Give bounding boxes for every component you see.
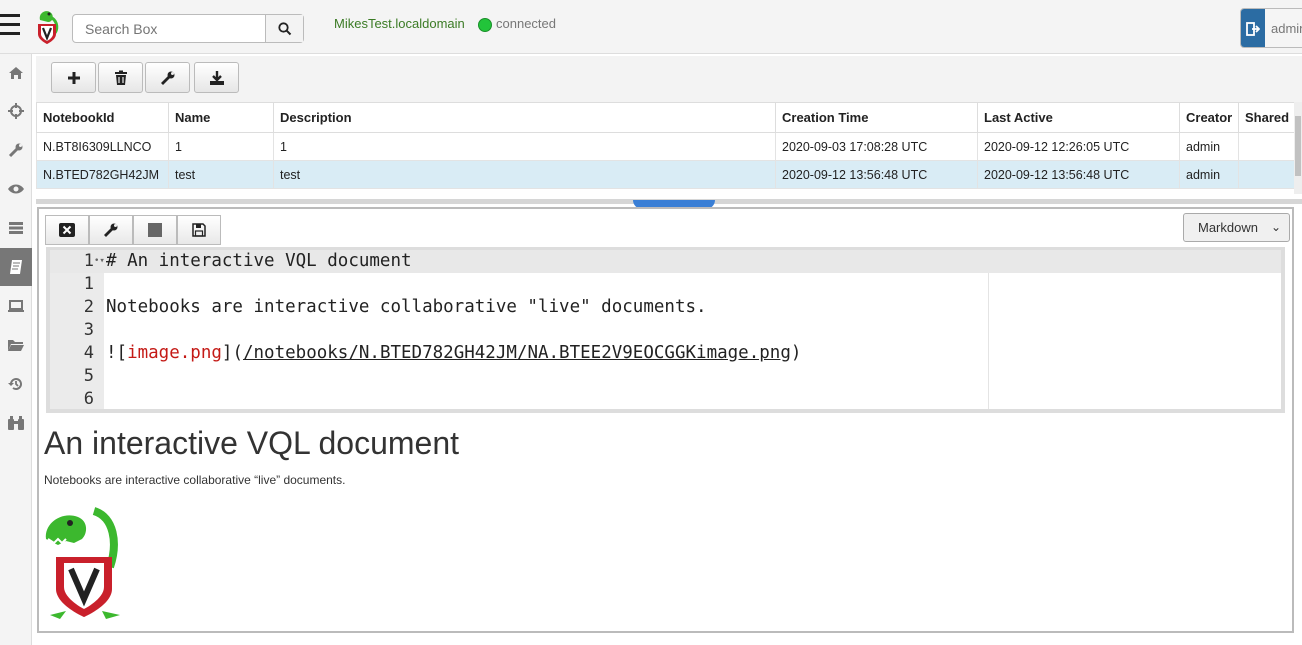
- fold-icon[interactable]: •▾: [94, 250, 105, 273]
- shared-cell: [1238, 160, 1295, 189]
- creator-cell: admin: [1179, 132, 1239, 161]
- sign-out-icon: [1241, 9, 1265, 47]
- editor-line: 1 •▾ # An interactive VQL document: [50, 250, 1281, 273]
- column-header[interactable]: NotebookId: [36, 102, 169, 133]
- column-header[interactable]: Last Active: [977, 102, 1180, 133]
- description-cell: 1: [273, 132, 776, 161]
- cell-type-value: Markdown: [1198, 220, 1258, 235]
- editor-line: 1: [50, 273, 1281, 296]
- save-cell-button[interactable]: [177, 215, 221, 245]
- save-icon: [192, 223, 206, 237]
- creation-time-cell: 2020-09-12 13:56:48 UTC: [775, 160, 978, 189]
- search-icon: [277, 21, 291, 35]
- column-header[interactable]: Description: [273, 102, 776, 133]
- column-header[interactable]: Creation Time: [775, 102, 978, 133]
- close-cell-button[interactable]: [45, 215, 89, 245]
- eye-icon[interactable]: [0, 170, 32, 208]
- plus-icon: [67, 71, 80, 84]
- line-text: # An interactive VQL document: [106, 251, 412, 271]
- editor-line: 3: [50, 319, 1281, 342]
- notebook-id-cell: N.BTED782GH42JM: [36, 160, 169, 189]
- line-text: ![image.png](/notebooks/N.BTED782GH42JM/…: [106, 343, 802, 363]
- table-header-row: NotebookId Name Description Creation Tim…: [36, 102, 1295, 133]
- download-icon: [209, 70, 224, 85]
- search-input[interactable]: [73, 15, 266, 42]
- line-number: 1: [83, 274, 94, 294]
- laptop-icon[interactable]: [0, 287, 32, 325]
- cell-type-select[interactable]: Markdown ⌄: [1183, 213, 1290, 242]
- export-notebook-button[interactable]: [194, 62, 239, 93]
- column-header[interactable]: Shared: [1238, 102, 1295, 133]
- rendered-markdown: An interactive VQL document Notebooks ar…: [44, 423, 1284, 619]
- close-icon: [59, 223, 75, 237]
- notebooks-table: NotebookId Name Description Creation Tim…: [36, 102, 1295, 190]
- line-text: Notebooks are interactive collaborative …: [106, 297, 707, 317]
- line-number: 6: [83, 389, 94, 409]
- add-notebook-button[interactable]: [51, 62, 96, 93]
- creation-time-cell: 2020-09-03 17:08:28 UTC: [775, 132, 978, 161]
- table-scrollbar[interactable]: [1294, 102, 1302, 194]
- stop-icon: [148, 223, 162, 237]
- creator-cell: admin: [1179, 160, 1239, 189]
- binoculars-icon[interactable]: [0, 404, 32, 442]
- line-number: 1: [83, 251, 94, 271]
- notebook-cell: Markdown ⌄ 1 •▾ # An interactive VQL doc…: [37, 207, 1294, 633]
- code-editor[interactable]: 1 •▾ # An interactive VQL document 1 2 N…: [46, 247, 1285, 413]
- server-icon[interactable]: [0, 209, 32, 247]
- search-box: [72, 14, 304, 43]
- line-number: 2: [83, 297, 94, 317]
- notebook-toolbar: [36, 56, 1302, 102]
- description-cell: test: [273, 160, 776, 189]
- crosshair-icon[interactable]: [0, 92, 32, 130]
- stop-cell-button[interactable]: [133, 215, 177, 245]
- line-number: 3: [83, 320, 94, 340]
- wrench-icon[interactable]: [0, 131, 32, 169]
- folder-icon[interactable]: [0, 326, 32, 364]
- column-header[interactable]: Creator: [1179, 102, 1239, 133]
- shared-cell: [1238, 132, 1295, 161]
- chevron-down-icon: ⌄: [1270, 220, 1281, 234]
- velociraptor-logo: [38, 11, 59, 44]
- search-button[interactable]: [265, 15, 303, 42]
- notebook-id-cell: N.BT8I6309LLNCO: [36, 132, 169, 161]
- user-menu-button[interactable]: admin: [1240, 8, 1302, 48]
- top-navbar: MikesTest.localdomain connected admin: [0, 0, 1302, 54]
- table-row[interactable]: N.BT8I6309LLNCO 1 1 2020-09-03 17:08:28 …: [36, 132, 1295, 161]
- editor-line: 5: [50, 365, 1281, 388]
- rendered-heading: An interactive VQL document: [44, 425, 460, 461]
- sidebar: [0, 54, 32, 645]
- username: admin: [1271, 21, 1302, 36]
- velociraptor-logo-image: [45, 507, 120, 619]
- delete-notebook-button[interactable]: [98, 62, 143, 93]
- line-number: 4: [83, 343, 94, 363]
- line-number: 5: [83, 366, 94, 386]
- wrench-icon: [104, 223, 118, 237]
- name-cell: 1: [168, 132, 274, 161]
- rendered-paragraph: Notebooks are interactive collaborative …: [44, 473, 346, 487]
- cell-settings-button[interactable]: [89, 215, 133, 245]
- home-icon[interactable]: [0, 54, 32, 92]
- editor-line: 6: [50, 388, 1281, 411]
- connection-status-icon: [478, 18, 492, 32]
- column-header[interactable]: Name: [168, 102, 274, 133]
- cell-toolbar: Markdown ⌄: [43, 213, 1290, 247]
- notebook-icon[interactable]: [0, 248, 32, 286]
- connection-status: connected: [496, 16, 556, 31]
- last-active-cell: 2020-09-12 13:56:48 UTC: [977, 160, 1180, 189]
- editor-line: 4 ![image.png](/notebooks/N.BTED782GH42J…: [50, 342, 1281, 365]
- last-active-cell: 2020-09-12 12:26:05 UTC: [977, 132, 1180, 161]
- edit-notebook-button[interactable]: [145, 62, 190, 93]
- editor-line: 2 Notebooks are interactive collaborativ…: [50, 296, 1281, 319]
- history-icon[interactable]: [0, 365, 32, 403]
- hamburger-menu-icon[interactable]: [0, 14, 22, 38]
- wrench-icon: [160, 71, 174, 85]
- trash-icon: [114, 70, 127, 85]
- name-cell: test: [168, 160, 274, 189]
- table-row-selected[interactable]: N.BTED782GH42JM test test 2020-09-12 13:…: [36, 160, 1295, 189]
- server-hostname[interactable]: MikesTest.localdomain: [334, 16, 465, 31]
